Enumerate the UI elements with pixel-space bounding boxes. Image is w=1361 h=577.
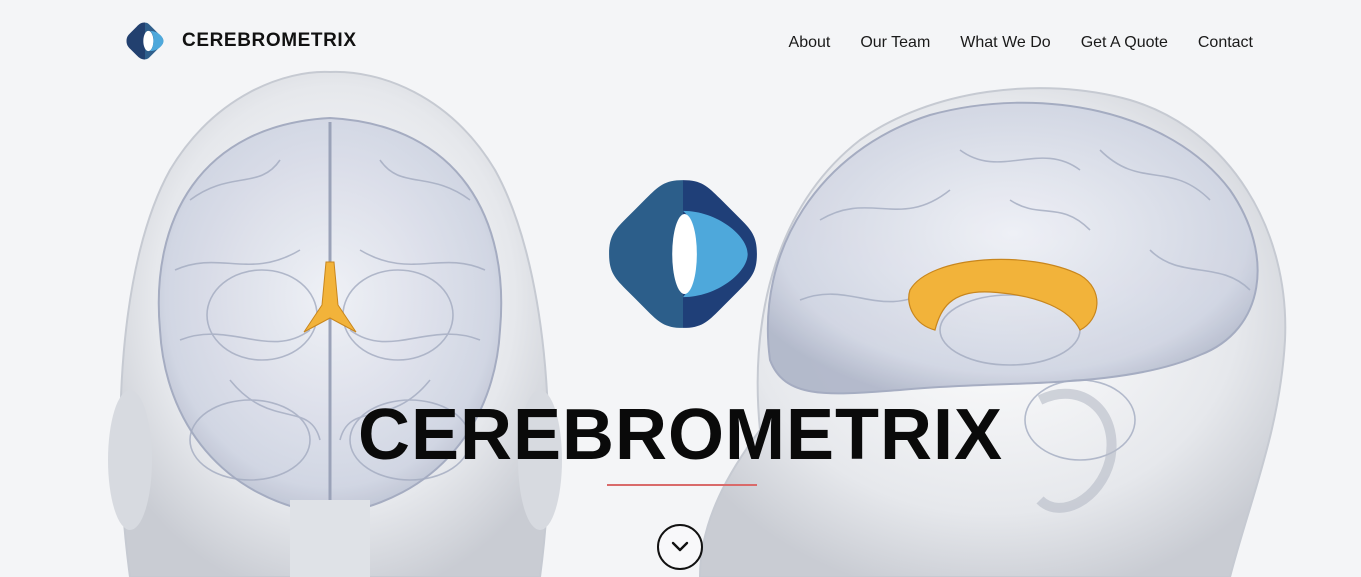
title-underline-divider [607,484,757,486]
nav-get-a-quote[interactable]: Get A Quote [1081,33,1168,53]
nav-about[interactable]: About [789,33,831,53]
hero-title: CEREBROMETRIX [357,395,1004,475]
brand-name: CEREBROMETRIX [182,30,357,51]
nav-contact[interactable]: Contact [1198,33,1253,53]
scroll-down-button[interactable] [657,524,703,570]
brand-home-link[interactable]: CEREBROMETRIX [124,20,357,62]
top-navigation-bar: CEREBROMETRIX About Our Team What We Do … [0,0,1361,90]
nav-what-we-do[interactable]: What We Do [960,33,1050,53]
brand-logo-icon [126,22,164,60]
hero-logo-icon [609,180,757,328]
chevron-down-icon [671,541,689,552]
main-nav: About Our Team What We Do Get A Quote Co… [789,33,1253,53]
nav-our-team[interactable]: Our Team [860,33,930,53]
